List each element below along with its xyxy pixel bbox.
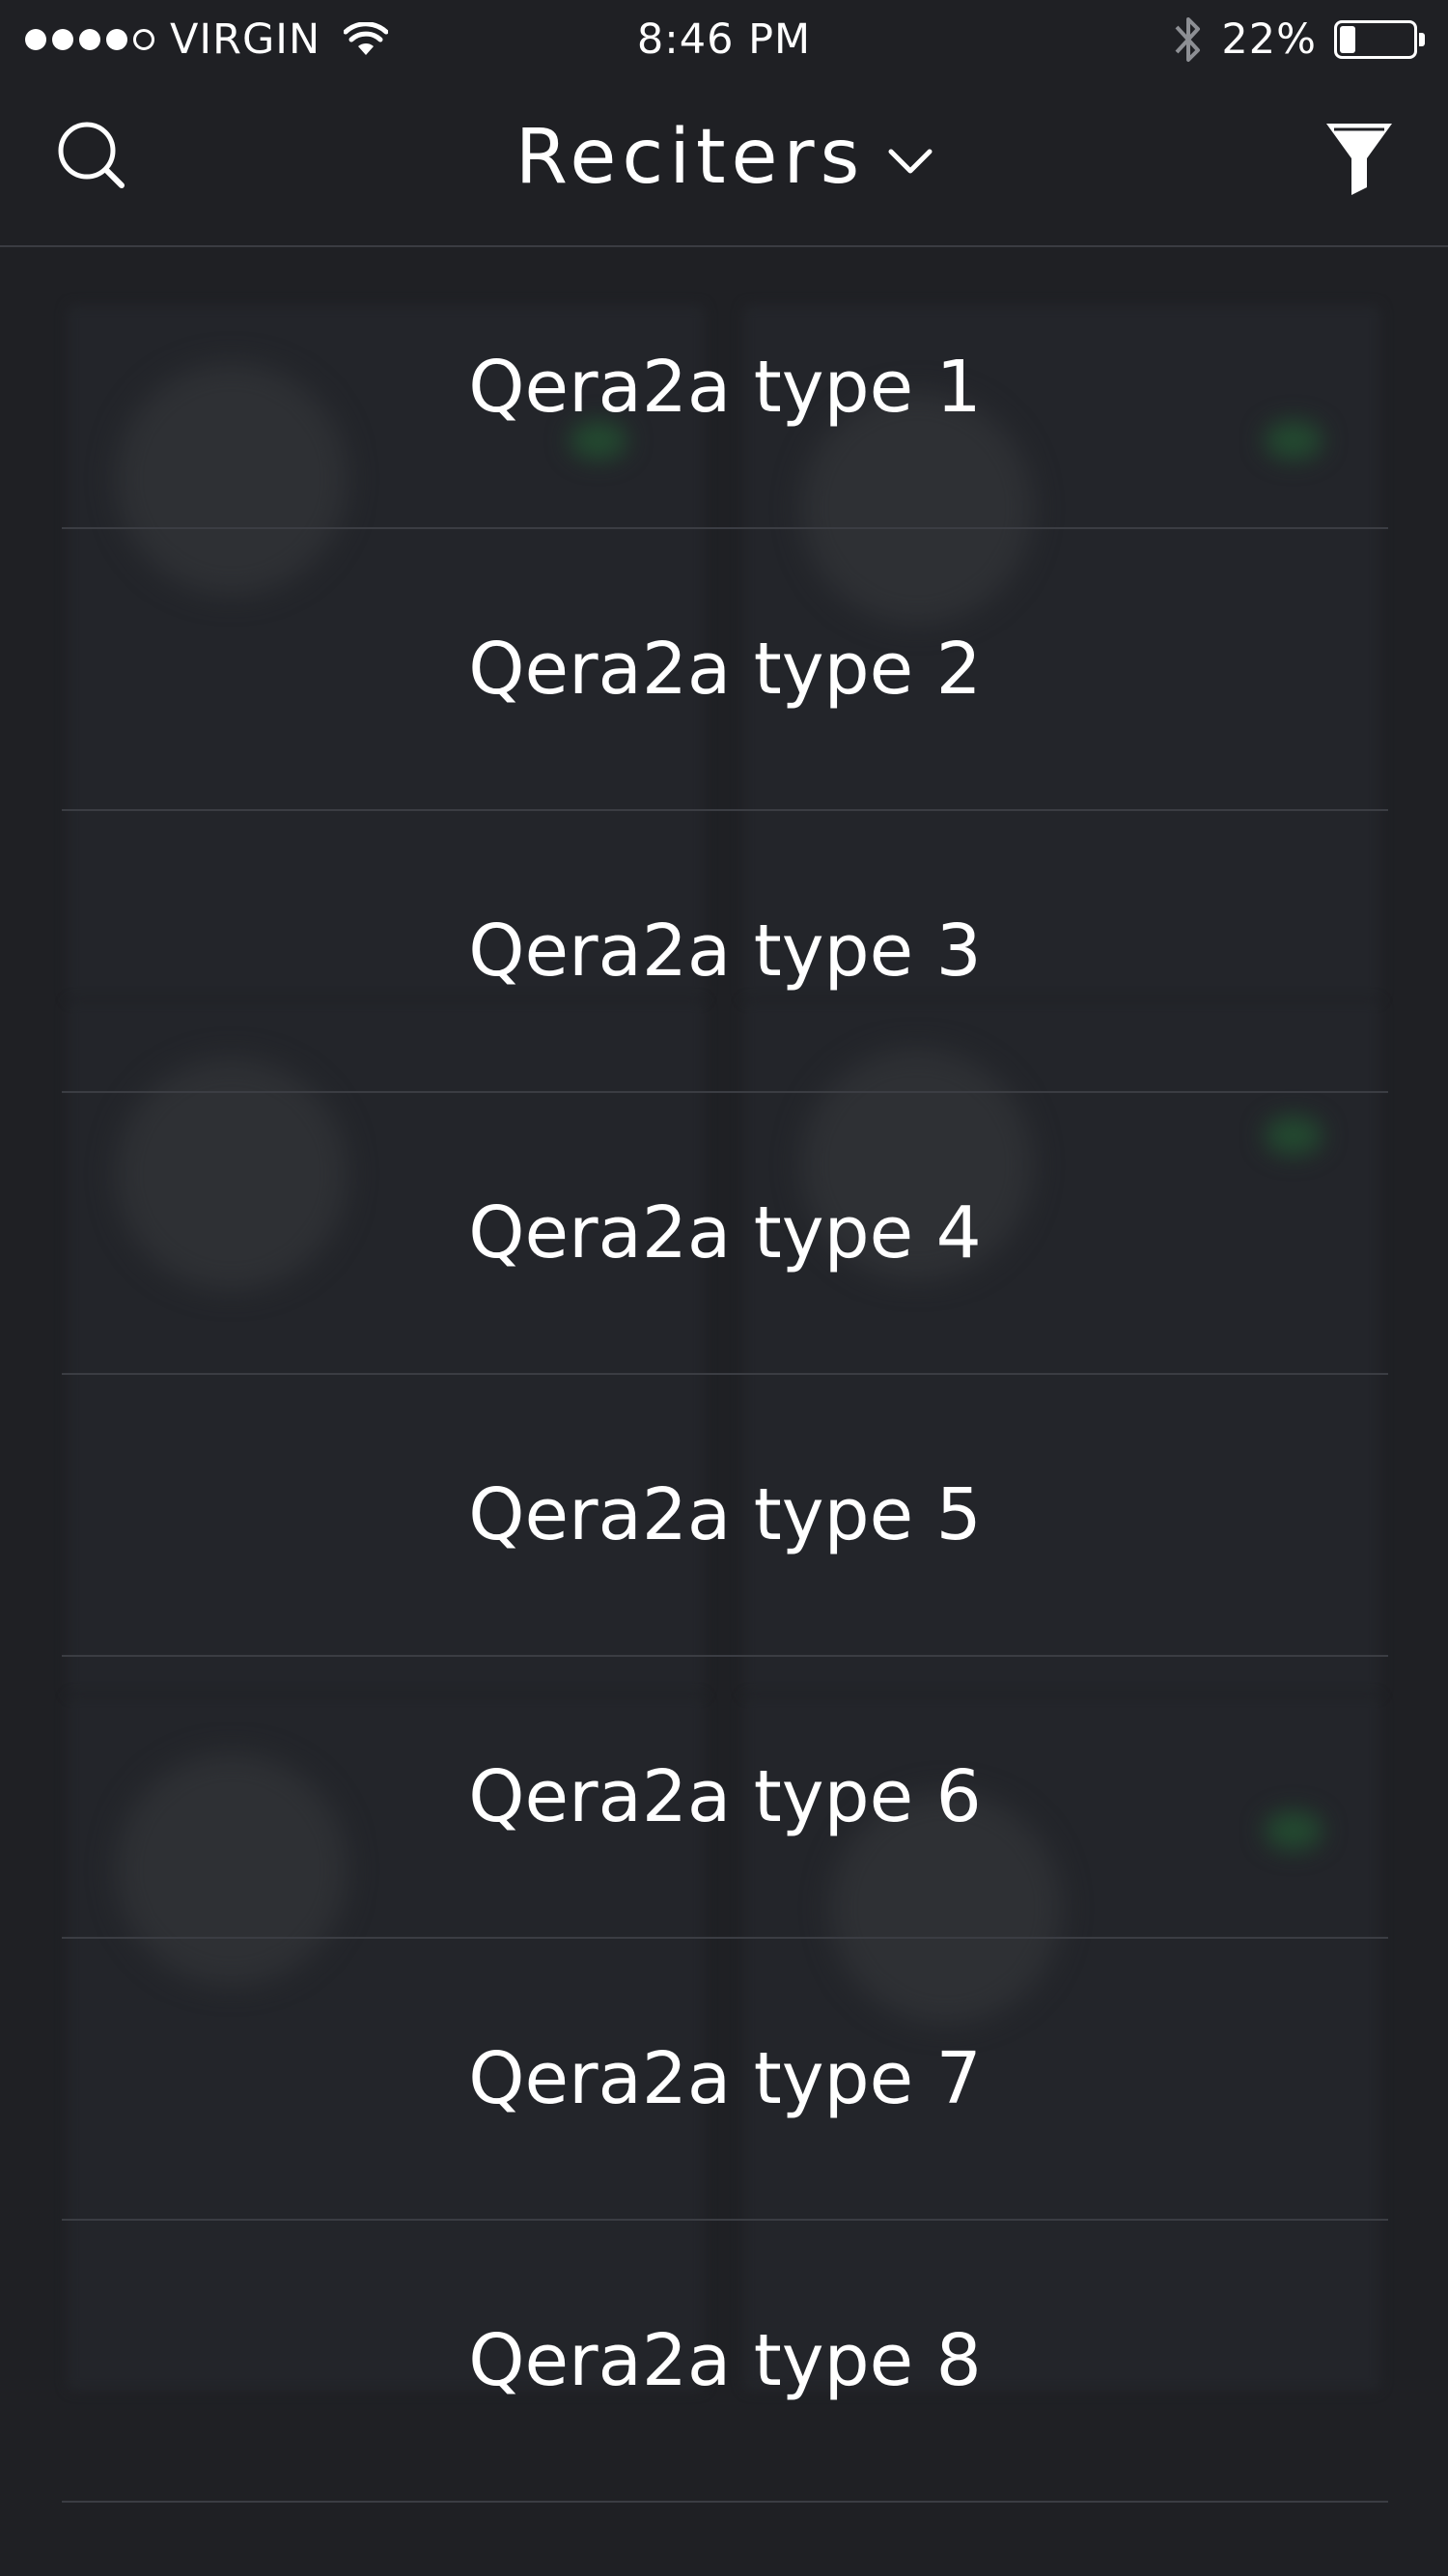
battery-tip <box>1419 33 1425 46</box>
qera2a-type-menu: Qera2a type 1 Qera2a type 2 Qera2a type … <box>62 247 1388 2503</box>
signal-dot <box>106 29 127 50</box>
navigation-bar: Reciters <box>0 79 1448 247</box>
menu-item-qera2a-type-3[interactable]: Qera2a type 3 <box>62 811 1388 1093</box>
filter-icon <box>1326 124 1392 195</box>
signal-dot-empty <box>133 29 154 50</box>
signal-dot <box>79 29 100 50</box>
menu-item-qera2a-type-5[interactable]: Qera2a type 5 <box>62 1375 1388 1657</box>
wifi-icon <box>344 22 389 57</box>
menu-item-label: Qera2a type 5 <box>468 1473 982 1556</box>
menu-item-label: Qera2a type 4 <box>468 1191 982 1274</box>
menu-item-qera2a-type-6[interactable]: Qera2a type 6 <box>62 1657 1388 1939</box>
chevron-down-icon <box>888 149 933 174</box>
battery-body <box>1334 20 1417 59</box>
battery-icon <box>1334 20 1425 59</box>
menu-item-qera2a-type-4[interactable]: Qera2a type 4 <box>62 1093 1388 1375</box>
menu-item-label: Qera2a type 3 <box>468 910 982 993</box>
signal-strength-icon <box>25 29 154 50</box>
bluetooth-icon <box>1173 14 1204 66</box>
page-title: Reciters <box>515 114 866 201</box>
menu-item-label: Qera2a type 8 <box>468 2319 982 2402</box>
status-bar: VIRGIN 8:46 PM 22% <box>0 0 1448 79</box>
menu-item-qera2a-type-1[interactable]: Qera2a type 1 <box>62 247 1388 529</box>
signal-dot <box>52 29 73 50</box>
reciters-dropdown[interactable]: Reciters <box>0 114 1448 201</box>
menu-item-label: Qera2a type 1 <box>468 346 982 429</box>
menu-item-label: Qera2a type 6 <box>468 1755 982 1838</box>
status-left: VIRGIN <box>0 15 389 64</box>
menu-item-qera2a-type-8[interactable]: Qera2a type 8 <box>62 2221 1388 2503</box>
battery-percent: 22% <box>1221 15 1317 64</box>
menu-item-qera2a-type-2[interactable]: Qera2a type 2 <box>62 529 1388 811</box>
status-right: 22% <box>1173 14 1448 66</box>
menu-item-label: Qera2a type 2 <box>468 628 982 711</box>
battery-fill <box>1340 26 1356 53</box>
carrier-name: VIRGIN <box>170 15 321 64</box>
filter-button[interactable] <box>1323 120 1396 197</box>
signal-dot <box>25 29 46 50</box>
menu-item-qera2a-type-7[interactable]: Qera2a type 7 <box>62 1939 1388 2221</box>
menu-item-label: Qera2a type 7 <box>468 2037 982 2120</box>
